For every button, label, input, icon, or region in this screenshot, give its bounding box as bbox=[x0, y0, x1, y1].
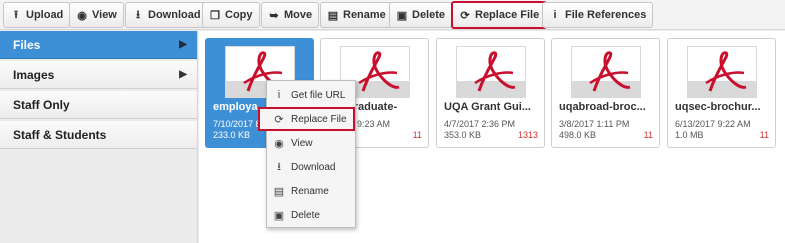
menu-item-view[interactable]: ◉ View bbox=[267, 131, 355, 155]
view-label: View bbox=[92, 9, 117, 21]
pdf-ribbon-icon bbox=[474, 51, 516, 92]
pdf-thumbnail bbox=[571, 46, 641, 98]
file-name: UQA Grant Gui... bbox=[444, 101, 531, 113]
download-icon: ⭳ bbox=[277, 160, 281, 173]
file-size: 498.0 KB bbox=[559, 130, 597, 140]
sidebar-item-label: Files bbox=[13, 37, 41, 52]
sidebar-item-images[interactable]: Images ▶ bbox=[0, 61, 197, 89]
chevron-right-icon: ▶ bbox=[179, 69, 187, 80]
file-size: 1.0 MB bbox=[675, 130, 704, 140]
file-date: 3/8/2017 1:11 PM bbox=[559, 119, 630, 129]
refresh-icon: ⟳ bbox=[460, 9, 470, 22]
file-date: 4/7/2017 2:36 PM bbox=[444, 119, 516, 129]
menu-item-label: Delete bbox=[291, 209, 320, 221]
sidebar-item-label: Images bbox=[13, 67, 55, 82]
file-reference-count: 11 bbox=[412, 130, 422, 140]
file-size: 353.0 KB bbox=[444, 130, 482, 140]
upload-label: Upload bbox=[26, 9, 64, 21]
file-references-label: File References bbox=[565, 9, 647, 21]
info-icon: i bbox=[553, 9, 557, 21]
replace-file-button[interactable]: ⟳ Replace File bbox=[451, 1, 548, 29]
rename-icon: ▤ bbox=[273, 185, 285, 198]
menu-item-rename[interactable]: ▤ Rename bbox=[267, 179, 355, 203]
delete-icon: ▣ bbox=[396, 9, 408, 22]
view-button[interactable]: ◉ View bbox=[69, 2, 124, 28]
file-card[interactable]: uqsec-brochur... 6/13/2017 9:22 AM 1.0 M… bbox=[667, 38, 776, 148]
file-name: graduate- bbox=[347, 101, 398, 113]
eye-icon: ◉ bbox=[77, 9, 87, 22]
menu-item-replace-file[interactable]: ⟳ Replace File bbox=[258, 107, 355, 131]
replace-file-label: Replace File bbox=[475, 9, 540, 21]
copy-label: Copy bbox=[225, 9, 253, 21]
menu-item-get-file-url[interactable]: i Get file URL bbox=[267, 83, 355, 107]
file-references-button[interactable]: i File References bbox=[542, 2, 654, 28]
menu-item-label: Get file URL bbox=[291, 89, 346, 101]
sidebar-item-files[interactable]: Files ▶ bbox=[0, 31, 197, 59]
move-button[interactable]: ➥ Move bbox=[261, 2, 320, 28]
copy-button[interactable]: ❐ Copy bbox=[202, 2, 260, 28]
menu-item-download[interactable]: ⭳ Download bbox=[267, 155, 355, 179]
file-size: 233.0 KB bbox=[213, 130, 251, 140]
sidebar: Files ▶ Images ▶ Staff Only Staff & Stud… bbox=[0, 31, 198, 243]
pdf-ribbon-icon bbox=[589, 51, 631, 92]
download-button[interactable]: ⭳ Download bbox=[125, 2, 208, 28]
rename-icon: ▤ bbox=[327, 9, 339, 22]
file-name: uqabroad-broc... bbox=[559, 101, 646, 113]
move-icon: ➥ bbox=[269, 9, 279, 22]
chevron-right-icon: ▶ bbox=[179, 39, 187, 50]
toolbar: ⭱ Upload ◉ View ⭳ Download ❐ Copy ➥ Move… bbox=[0, 0, 785, 30]
copy-icon: ❐ bbox=[210, 9, 220, 22]
file-date: 9:23 AM bbox=[357, 119, 391, 129]
delete-button[interactable]: ▣ Delete bbox=[389, 2, 453, 28]
file-reference-count: 1313 bbox=[517, 130, 538, 140]
menu-item-delete[interactable]: ▣ Delete bbox=[267, 203, 355, 227]
pdf-thumbnail bbox=[456, 46, 526, 98]
rename-button[interactable]: ▤ Rename bbox=[320, 2, 393, 28]
menu-item-label: Rename bbox=[291, 185, 329, 197]
pdf-thumbnail bbox=[687, 46, 757, 98]
sidebar-item-label: Staff Only bbox=[13, 97, 70, 112]
menu-item-label: Download bbox=[291, 161, 336, 173]
eye-icon: ◉ bbox=[274, 137, 284, 150]
upload-button[interactable]: ⭱ Upload bbox=[3, 2, 71, 28]
file-reference-count: 11 bbox=[643, 130, 653, 140]
move-label: Move bbox=[284, 9, 313, 21]
delete-label: Delete bbox=[412, 9, 446, 21]
sidebar-item-staff-students[interactable]: Staff & Students bbox=[0, 121, 197, 149]
delete-icon: ▣ bbox=[273, 209, 285, 222]
info-icon: i bbox=[277, 89, 281, 101]
file-card[interactable]: uqabroad-broc... 3/8/2017 1:11 PM 498.0 … bbox=[551, 38, 660, 148]
context-menu: i Get file URL ⟳ Replace File ◉ View ⭳ D… bbox=[258, 80, 356, 228]
menu-item-label: Replace File bbox=[291, 113, 347, 125]
upload-icon: ⭱ bbox=[14, 8, 18, 21]
file-reference-count: 11 bbox=[759, 130, 769, 140]
rename-label: Rename bbox=[343, 9, 386, 21]
file-date: 7/10/2017 8: bbox=[213, 119, 264, 129]
menu-item-label: View bbox=[291, 137, 313, 149]
file-card[interactable]: UQA Grant Gui... 4/7/2017 2:36 PM 353.0 … bbox=[436, 38, 545, 148]
pdf-ribbon-icon bbox=[705, 51, 747, 92]
download-label: Download bbox=[148, 9, 201, 21]
download-icon: ⭳ bbox=[136, 8, 140, 21]
sidebar-item-label: Staff & Students bbox=[13, 127, 107, 142]
file-date: 6/13/2017 9:22 AM bbox=[675, 119, 751, 129]
sidebar-item-staff-only[interactable]: Staff Only bbox=[0, 91, 197, 119]
file-name: uqsec-brochur... bbox=[675, 101, 761, 113]
refresh-icon: ⟳ bbox=[274, 113, 284, 126]
